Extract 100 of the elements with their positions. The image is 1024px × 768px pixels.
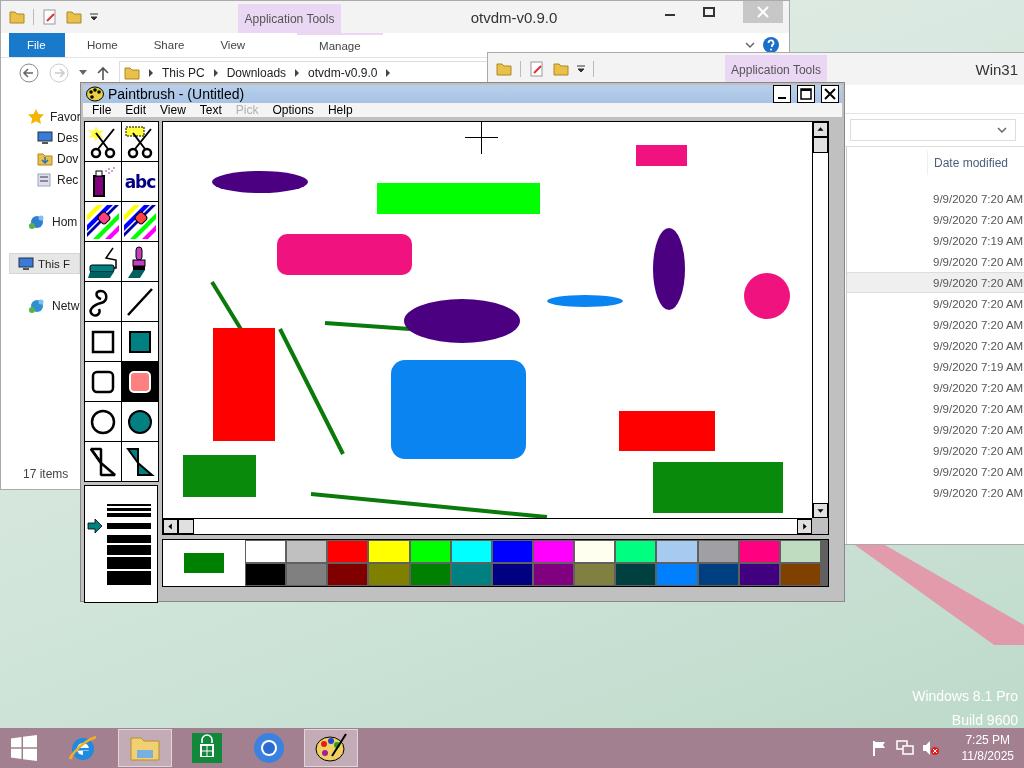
color-swatch[interactable] bbox=[698, 541, 738, 562]
color-swatch[interactable] bbox=[657, 564, 697, 585]
color-swatch[interactable] bbox=[410, 564, 450, 585]
menu-item[interactable]: Text bbox=[192, 103, 229, 117]
tool-button[interactable] bbox=[85, 242, 121, 281]
color-swatch[interactable] bbox=[575, 564, 615, 585]
chevron-right-icon[interactable] bbox=[212, 69, 219, 77]
dropdown-icon[interactable] bbox=[90, 13, 98, 21]
file-row[interactable]: 9/9/2020 7:19 AM bbox=[847, 356, 1024, 377]
color-swatch[interactable] bbox=[739, 541, 779, 562]
color-swatch[interactable] bbox=[451, 541, 491, 562]
nav-item[interactable]: This F bbox=[9, 253, 80, 274]
properties-icon[interactable] bbox=[529, 61, 545, 77]
help-icon[interactable] bbox=[763, 37, 779, 53]
ribbon-tab[interactable]: Manage bbox=[297, 33, 383, 57]
column-header[interactable]: Date modified bbox=[927, 151, 1024, 175]
volume-muted-icon[interactable] bbox=[921, 740, 940, 756]
maximize-button[interactable] bbox=[797, 85, 815, 103]
tool-button[interactable] bbox=[85, 162, 121, 201]
color-swatch[interactable] bbox=[575, 541, 615, 562]
ribbon-tab[interactable]: Home bbox=[73, 33, 132, 57]
menu-item[interactable]: Edit bbox=[118, 103, 154, 117]
tool-button[interactable] bbox=[122, 202, 158, 241]
chevron-icon[interactable] bbox=[997, 126, 1007, 134]
file-row[interactable]: 9/9/2020 7:20 AM bbox=[847, 188, 1024, 209]
color-swatch[interactable] bbox=[492, 564, 532, 585]
color-swatch[interactable] bbox=[492, 541, 532, 562]
color-swatch[interactable] bbox=[328, 564, 368, 585]
tool-button[interactable] bbox=[122, 442, 158, 481]
up-arrow-icon[interactable] bbox=[97, 66, 109, 80]
close-button[interactable] bbox=[821, 85, 839, 103]
nav-item[interactable]: Dov bbox=[1, 148, 79, 169]
file-row[interactable]: 9/9/2020 7:20 AM bbox=[847, 314, 1024, 335]
color-swatch[interactable] bbox=[369, 541, 409, 562]
breadcrumb-item[interactable]: otvdm-v0.9.0 bbox=[308, 66, 378, 80]
color-swatch[interactable] bbox=[657, 541, 697, 562]
canvas-drawing[interactable] bbox=[163, 122, 812, 518]
tool-button[interactable] bbox=[122, 282, 158, 321]
caret-icon[interactable] bbox=[79, 70, 87, 76]
properties-icon[interactable] bbox=[42, 9, 58, 25]
file-row[interactable]: 9/9/2020 7:19 AM bbox=[847, 230, 1024, 251]
scroll-thumb[interactable] bbox=[813, 137, 828, 153]
nav-item[interactable]: Netw bbox=[1, 295, 80, 316]
color-swatch[interactable] bbox=[534, 564, 574, 585]
taskbar-button[interactable] bbox=[304, 729, 358, 767]
tool-button[interactable] bbox=[85, 122, 121, 161]
tool-button[interactable] bbox=[85, 322, 121, 361]
tool-button[interactable] bbox=[85, 402, 121, 441]
tool-button[interactable] bbox=[85, 362, 121, 401]
chevron-right-icon[interactable] bbox=[148, 69, 154, 77]
file-row[interactable]: 9/9/2020 7:20 AM bbox=[847, 419, 1024, 440]
menu-item[interactable]: File bbox=[85, 103, 119, 117]
menu-item[interactable]: View bbox=[153, 103, 193, 117]
color-swatch[interactable] bbox=[616, 541, 656, 562]
nav-item[interactable]: Favor bbox=[1, 106, 81, 127]
color-swatch[interactable] bbox=[739, 564, 779, 585]
color-swatch[interactable] bbox=[616, 564, 656, 585]
color-swatch[interactable] bbox=[328, 541, 368, 562]
color-swatch[interactable] bbox=[410, 541, 450, 562]
tool-button[interactable] bbox=[122, 242, 158, 281]
file-row[interactable]: 9/9/2020 7:20 AM bbox=[847, 440, 1024, 461]
file-row[interactable]: 9/9/2020 7:20 AM bbox=[847, 251, 1024, 272]
file-row[interactable]: 9/9/2020 7:20 AM bbox=[847, 209, 1024, 230]
tool-button[interactable] bbox=[122, 402, 158, 441]
network-icon[interactable] bbox=[895, 740, 914, 756]
line-width-option[interactable] bbox=[87, 518, 151, 533]
dropdown-icon[interactable] bbox=[577, 65, 585, 73]
file-row[interactable]: 9/9/2020 7:20 AM bbox=[847, 335, 1024, 356]
color-swatch[interactable] bbox=[780, 541, 820, 562]
file-row[interactable]: 9/9/2020 7:20 AM bbox=[847, 293, 1024, 314]
color-swatch[interactable] bbox=[451, 564, 491, 585]
horizontal-scrollbar[interactable] bbox=[163, 518, 812, 534]
tool-button[interactable] bbox=[85, 282, 121, 321]
breadcrumb-item[interactable]: Downloads bbox=[226, 66, 287, 80]
nav-item[interactable]: Hom bbox=[1, 211, 78, 232]
color-swatch[interactable] bbox=[287, 564, 327, 585]
file-row[interactable]: 9/9/2020 7:20 AM bbox=[847, 461, 1024, 482]
file-row[interactable]: 9/9/2020 7:20 AM bbox=[847, 398, 1024, 419]
vertical-scrollbar[interactable] bbox=[812, 122, 828, 518]
tool-button[interactable] bbox=[85, 442, 121, 481]
file-row[interactable]: 9/9/2020 7:20 AM bbox=[847, 482, 1024, 503]
color-swatch[interactable] bbox=[287, 541, 327, 562]
search-history-field[interactable] bbox=[850, 119, 1016, 141]
ribbon-tab[interactable]: Share bbox=[139, 33, 199, 57]
breadcrumb-item[interactable]: This PC bbox=[162, 66, 205, 80]
tool-button[interactable] bbox=[122, 322, 158, 361]
color-swatch[interactable] bbox=[698, 564, 738, 585]
color-swatch[interactable] bbox=[246, 564, 286, 585]
nav-item[interactable]: Rec bbox=[1, 169, 79, 190]
chevron-icon[interactable] bbox=[745, 41, 755, 49]
menu-item[interactable]: Options bbox=[265, 103, 321, 117]
tool-button[interactable] bbox=[122, 122, 158, 161]
back-icon[interactable] bbox=[19, 63, 39, 83]
flag-icon[interactable] bbox=[871, 740, 888, 756]
file-row[interactable]: 9/9/2020 7:20 AM bbox=[847, 377, 1024, 398]
color-swatch[interactable] bbox=[246, 541, 286, 562]
color-swatch[interactable] bbox=[369, 564, 409, 585]
scroll-thumb[interactable] bbox=[178, 519, 194, 534]
minimize-button[interactable] bbox=[773, 85, 791, 103]
file-row[interactable]: 9/9/2020 7:20 AM bbox=[847, 272, 1024, 293]
